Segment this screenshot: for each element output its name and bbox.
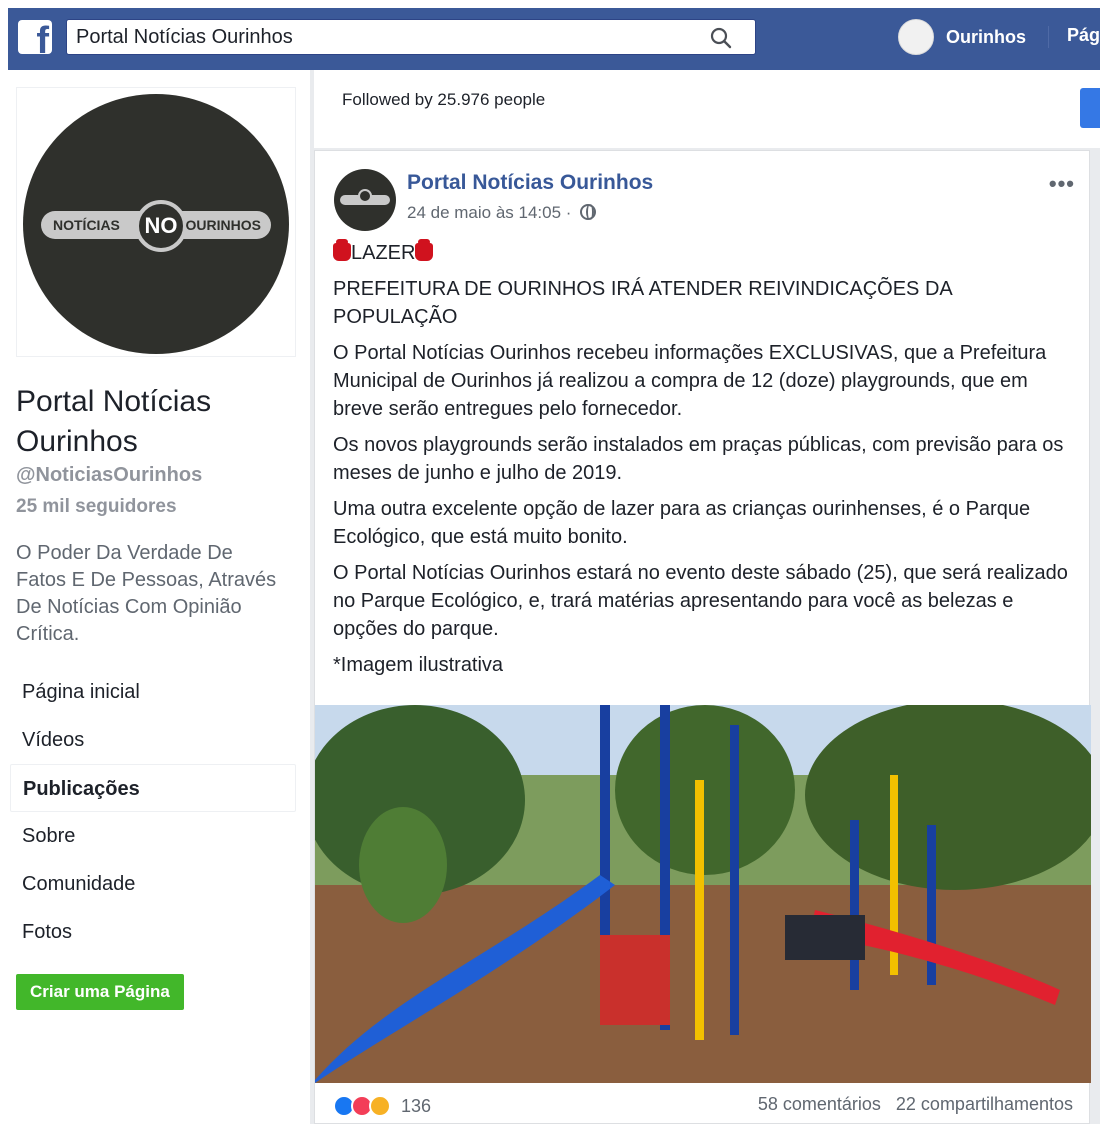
create-page-button[interactable]: Criar uma Página [16,974,184,1010]
nav-item-community[interactable]: Comunidade [10,860,296,908]
followed-by-text: Followed by 25.976 people [342,90,546,109]
globe-icon [580,204,597,220]
facebook-logo-icon[interactable]: f [18,20,52,54]
wow-reaction-icon [369,1095,391,1117]
logo-right-text: OURINHOS [185,217,261,233]
page-title[interactable]: Portal Notícias Ourinhos [16,382,276,462]
post-text: LAZER PREFEITURA DE OURINHOS IRÁ ATENDER… [333,239,1079,687]
profile-link[interactable]: Ourinhos [898,18,1026,56]
post-tag-line: LAZER [333,239,1079,267]
logo-center-text: NO [135,200,187,252]
more-options-icon[interactable]: ••• [1049,171,1075,197]
search-icon[interactable] [709,26,733,50]
partial-action-button[interactable] [1080,88,1100,128]
nav-divider [1048,26,1049,48]
shares-link[interactable]: 22 compartilhamentos [896,1094,1073,1114]
top-navigation-bar: f Ourinhos Pág [0,0,1100,70]
engagement-counts: 58 comentários 22 compartilhamentos [748,1094,1073,1115]
post-stats-bar: 136 58 comentários 22 compartilhamentos [333,1091,1073,1123]
post-card: Portal Notícias Ourinhos 24 de maio às 1… [314,150,1091,1124]
post-paragraph: *Imagem ilustrativa [333,654,504,676]
post-time-text[interactable]: 24 de maio às 14:05 · [407,203,571,222]
page-navigation: Página inicial Vídeos Publicações Sobre … [10,668,296,956]
follower-count: 25 mil seguidores [16,496,177,517]
post-paragraph: Uma outra excelente opção de lazer para … [333,498,1031,548]
post-headline: PREFEITURA DE OURINHOS IRÁ ATENDER REIVI… [333,278,952,328]
page-bio: O Poder Da Verdade De Fatos E De Pessoas… [16,542,277,645]
user-avatar[interactable] [898,19,934,55]
page-handle[interactable]: @NoticiasOurinhos [16,464,202,487]
post-author-name[interactable]: Portal Notícias Ourinhos [407,171,653,195]
nav-item-posts[interactable]: Publicações [10,764,296,812]
comments-link[interactable]: 58 comentários [758,1094,881,1114]
reaction-count[interactable]: 136 [401,1096,431,1117]
followed-by-card: Followed by 25.976 people [314,70,1100,148]
red-hat-icon [415,239,434,261]
search-input[interactable] [67,20,687,54]
logo-banner: NOTÍCIAS NO OURINHOS [41,200,271,252]
post-paragraph: O Portal Notícias Ourinhos recebeu infor… [333,342,1047,420]
reactions-summary[interactable]: 136 [333,1093,431,1119]
nav-item-videos[interactable]: Vídeos [10,716,296,764]
post-paragraph: Os novos playgrounds serão instalados em… [333,434,1064,484]
left-sidebar: NOTÍCIAS NO OURINHOS Portal Notícias Our… [0,70,310,1124]
red-hat-icon [333,239,351,261]
page-profile-picture[interactable]: NOTÍCIAS NO OURINHOS [16,87,296,357]
facebook-logo-letter: f [36,20,49,54]
post-tag: LAZER [351,242,416,264]
post-timestamp[interactable]: 24 de maio às 14:05 · [407,203,597,223]
logo-left-text: NOTÍCIAS [53,217,120,233]
pages-link[interactable]: Pág [1067,25,1100,46]
nav-item-about[interactable]: Sobre [10,812,296,860]
post-author-avatar[interactable] [334,169,396,231]
post-paragraph: O Portal Notícias Ourinhos estará no eve… [333,562,1068,640]
post-image-playground[interactable] [315,705,1091,1083]
search-box[interactable] [66,19,756,55]
profile-name[interactable]: Ourinhos [946,27,1026,48]
nav-item-home[interactable]: Página inicial [10,668,296,716]
profile-logo-circle: NOTÍCIAS NO OURINHOS [23,94,289,354]
nav-item-photos[interactable]: Fotos [10,908,296,956]
